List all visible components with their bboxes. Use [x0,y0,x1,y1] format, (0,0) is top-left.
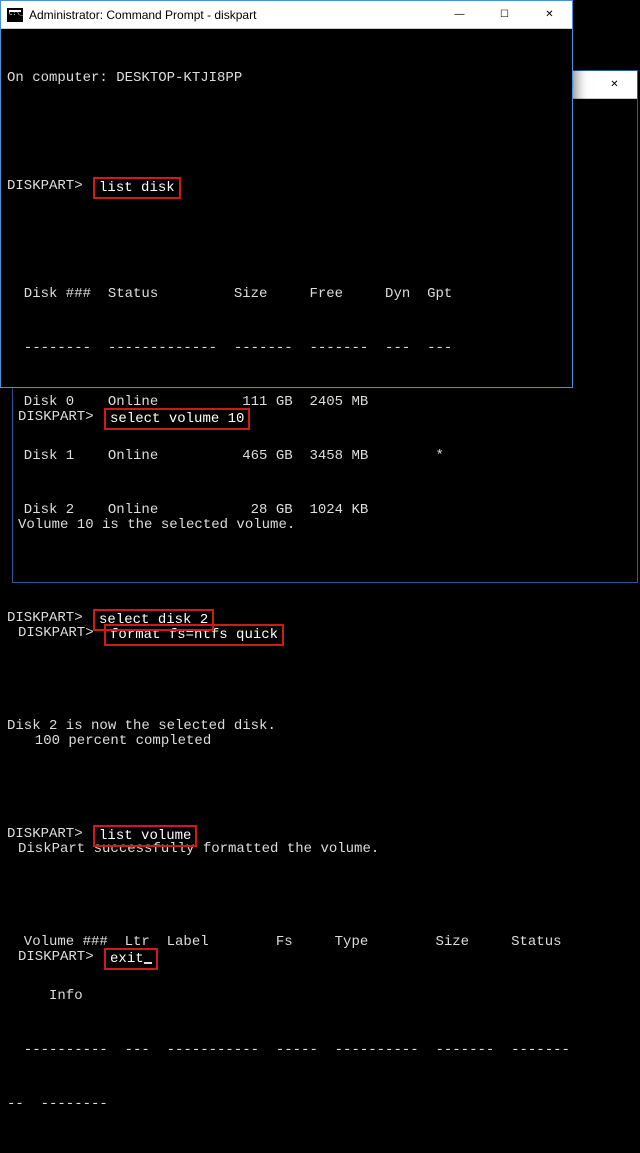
maximize-button[interactable]: ☐ [482,1,527,29]
vol-header: Info [7,987,566,1005]
blank [7,663,566,681]
prompt-line: DISKPART> list disk [7,177,566,195]
blank [7,123,566,141]
prompt-line: DISKPART> select disk 2 [7,609,566,627]
msg-select-disk: Disk 2 is now the selected disk. [7,717,566,735]
close-button[interactable]: ✕ [527,1,572,29]
prompt: DISKPART> [7,178,83,194]
prompt-line: DISKPART> list volume [7,825,566,843]
cmd-list-volume: list volume [93,825,197,847]
terminal-front: On computer: DESKTOP-KTJI8PP DISKPART> l… [1,29,572,1153]
close-button[interactable]: ✕ [592,71,637,99]
blank [7,771,566,789]
disk-row: Disk 2 Online 28 GB 1024 KB [7,501,566,519]
prompt: DISKPART> [7,610,83,626]
line-on-computer: On computer: DESKTOP-KTJI8PP [7,69,566,87]
window-title: Administrator: Command Prompt - diskpart [29,8,256,22]
disk-row: Disk 1 Online 465 GB 3458 MB * [7,447,566,465]
minimize-button[interactable]: — [437,1,482,29]
vol-dashes: -- -------- [7,1095,566,1113]
prompt: DISKPART> [7,826,83,842]
vol-dashes: ---------- --- ----------- ----- -------… [7,1041,566,1059]
disk-header: Disk ### Status Size Free Dyn Gpt [7,285,566,303]
blank [7,231,566,249]
blank [7,555,566,573]
cmd-window-front: Administrator: Command Prompt - diskpart… [0,0,573,388]
disk-row: Disk 0 Online 111 GB 2405 MB [7,393,566,411]
titlebar-front[interactable]: Administrator: Command Prompt - diskpart… [1,1,572,29]
vol-header: Volume ### Ltr Label Fs Type Size Status [7,933,566,951]
cmd-select-disk: select disk 2 [93,609,214,631]
blank [7,879,566,897]
disk-dashes: -------- ------------- ------- ------- -… [7,339,566,357]
cmd-icon [7,8,23,22]
cmd-list-disk: list disk [93,177,181,199]
